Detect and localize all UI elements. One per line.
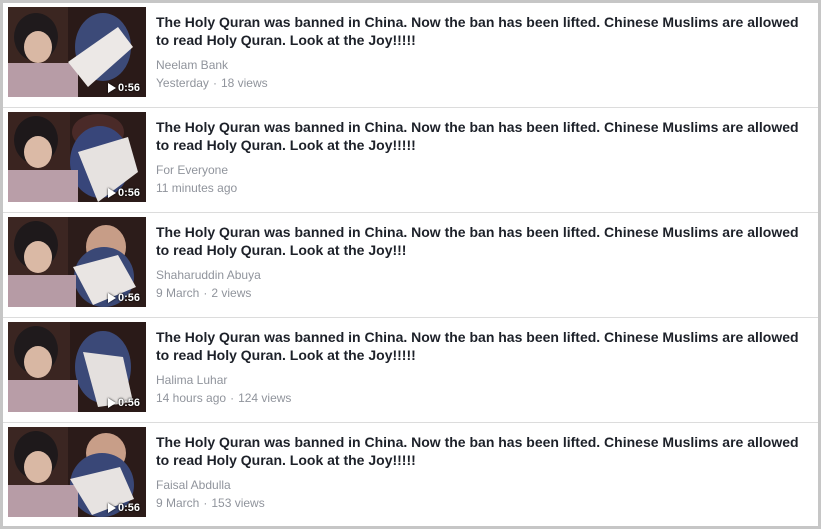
video-item[interactable]: 0:56 The Holy Quran was banned in China.… — [3, 423, 818, 528]
video-title[interactable]: The Holy Quran was banned in China. Now … — [156, 223, 808, 259]
video-thumbnail[interactable]: 0:56 — [8, 7, 146, 97]
play-icon — [107, 188, 116, 198]
duration-label: 0:56 — [117, 397, 140, 409]
video-title[interactable]: The Holy Quran was banned in China. Now … — [156, 13, 808, 49]
meta-separator: · — [203, 496, 208, 510]
video-thumbnail[interactable]: 0:56 — [8, 427, 146, 517]
post-time[interactable]: 11 minutes ago — [156, 181, 237, 195]
view-count: 124 views — [238, 391, 292, 405]
video-author[interactable]: For Everyone — [156, 163, 228, 177]
video-list: 0:56 The Holy Quran was banned in China.… — [3, 3, 818, 528]
play-icon — [107, 503, 116, 513]
duration-badge: 0:56 — [107, 187, 140, 199]
duration-badge: 0:56 — [107, 397, 140, 409]
duration-badge: 0:56 — [107, 82, 140, 94]
video-title[interactable]: The Holy Quran was banned in China. Now … — [156, 433, 808, 469]
video-item[interactable]: 0:56 The Holy Quran was banned in China.… — [3, 213, 818, 318]
video-author[interactable]: Faisal Abdulla — [156, 478, 231, 492]
video-item[interactable]: 0:56 The Holy Quran was banned in China.… — [3, 3, 818, 108]
video-author[interactable]: Halima Luhar — [156, 373, 227, 387]
meta-separator: · — [230, 391, 235, 405]
duration-badge: 0:56 — [107, 502, 140, 514]
video-meta: 9 March · 153 views — [156, 496, 265, 510]
play-icon — [107, 83, 116, 93]
video-meta: 11 minutes ago — [156, 181, 245, 195]
post-time[interactable]: Yesterday — [156, 76, 209, 90]
post-time[interactable]: 9 March — [156, 286, 199, 300]
post-time[interactable]: 14 hours ago — [156, 391, 226, 405]
duration-label: 0:56 — [117, 187, 140, 199]
video-item[interactable]: 0:56 The Holy Quran was banned in China.… — [3, 318, 818, 423]
video-thumbnail[interactable]: 0:56 — [8, 322, 146, 412]
meta-separator: · — [203, 286, 208, 300]
video-meta: 14 hours ago · 124 views — [156, 391, 291, 405]
post-time[interactable]: 9 March — [156, 496, 199, 510]
duration-badge: 0:56 — [107, 292, 140, 304]
video-meta: Yesterday · 18 views — [156, 76, 268, 90]
duration-label: 0:56 — [117, 502, 140, 514]
play-icon — [107, 398, 116, 408]
video-thumbnail[interactable]: 0:56 — [8, 112, 146, 202]
view-count: 2 views — [211, 286, 252, 300]
video-author[interactable]: Neelam Bank — [156, 58, 228, 72]
video-item[interactable]: 0:56 The Holy Quran was banned in China.… — [3, 108, 818, 213]
video-title[interactable]: The Holy Quran was banned in China. Now … — [156, 328, 808, 364]
meta-separator: · — [212, 76, 217, 90]
view-count: 153 views — [211, 496, 265, 510]
video-author[interactable]: Shaharuddin Abuya — [156, 268, 261, 282]
video-meta: 9 March · 2 views — [156, 286, 251, 300]
view-count: 18 views — [220, 76, 268, 90]
video-thumbnail[interactable]: 0:56 — [8, 217, 146, 307]
duration-label: 0:56 — [117, 292, 140, 304]
video-title[interactable]: The Holy Quran was banned in China. Now … — [156, 118, 808, 154]
play-icon — [107, 293, 116, 303]
video-results-panel: 0:56 The Holy Quran was banned in China.… — [0, 0, 821, 529]
duration-label: 0:56 — [117, 82, 140, 94]
